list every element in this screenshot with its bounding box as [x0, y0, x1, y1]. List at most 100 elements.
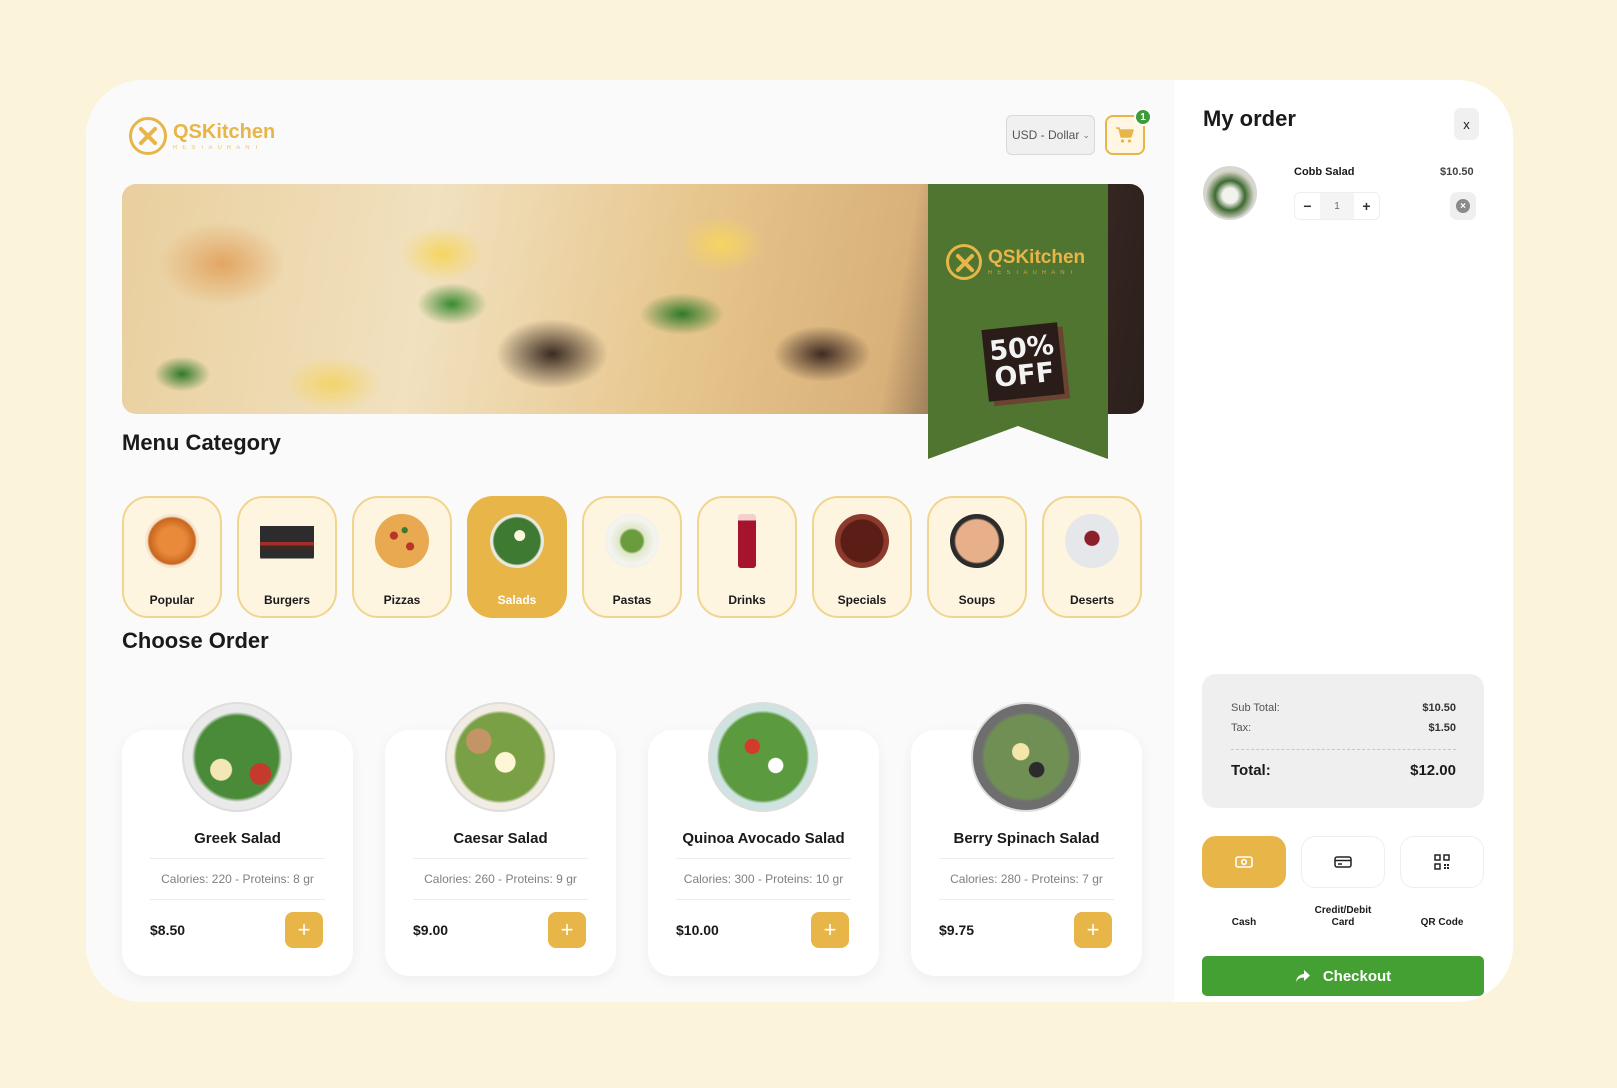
salad-icon — [490, 514, 544, 568]
currency-select[interactable]: USD - Dollar ⌄ — [1006, 115, 1095, 155]
food-card[interactable]: Caesar Salad Calories: 260 - Proteins: 9… — [385, 702, 616, 976]
share-arrow-icon — [1295, 970, 1310, 982]
discount-badge: 50% OFF — [981, 322, 1065, 402]
food-nutrition: Calories: 260 - Proteins: 9 gr — [424, 872, 577, 886]
subtotal-row: Sub Total: $10.50 — [1231, 702, 1456, 714]
quinoa-avocado-salad-image — [708, 702, 818, 812]
chevron-down-icon: ⌄ — [1082, 129, 1090, 140]
total-row: Total: $12.00 — [1231, 762, 1456, 779]
payment-methods: Cash Credit/Debit Card QR Code — [1202, 836, 1484, 928]
choose-order-title: Choose Order — [122, 628, 269, 653]
plus-icon: + — [297, 917, 311, 942]
category-soups[interactable]: Soups — [927, 496, 1027, 618]
food-nutrition: Calories: 220 - Proteins: 8 gr — [161, 872, 314, 886]
food-card[interactable]: Berry Spinach Salad Calories: 280 - Prot… — [911, 702, 1142, 976]
menu-category-title: Menu Category — [122, 430, 281, 455]
food-price: $10.00 — [676, 922, 719, 938]
ribbon-brand-tagline: RESTAURANT — [988, 270, 1079, 276]
cart-button[interactable]: 1 — [1105, 108, 1152, 155]
soup-bowl-icon — [950, 514, 1004, 568]
greek-salad-image — [182, 702, 292, 812]
order-item-price: $10.50 — [1440, 166, 1474, 178]
food-name: Caesar Salad — [453, 830, 548, 847]
category-salads[interactable]: Salads — [467, 496, 567, 618]
subtotal-value: $10.50 — [1422, 702, 1456, 714]
pizza-icon — [375, 514, 429, 568]
add-to-order-button[interactable]: + — [548, 912, 586, 948]
increase-button[interactable]: + — [1354, 193, 1379, 219]
burger-icon — [260, 514, 314, 568]
close-circle-icon: × — [1456, 199, 1470, 213]
order-title: My order — [1203, 106, 1296, 131]
tax-label: Tax: — [1231, 722, 1252, 734]
dessert-plate-icon — [1065, 514, 1119, 568]
minus-icon: − — [1303, 198, 1312, 214]
category-label: Soups — [958, 593, 996, 607]
food-price: $8.50 — [150, 922, 186, 938]
berry-spinach-salad-image — [971, 702, 1081, 812]
plus-icon: + — [1086, 917, 1100, 942]
category-label: Specials — [837, 593, 887, 607]
total-value: $12.00 — [1410, 762, 1456, 779]
subtotal-label: Sub Total: — [1231, 702, 1280, 714]
add-to-order-button[interactable]: + — [1074, 912, 1112, 948]
ribbon-logo: QSKitchen RESTAURANT — [946, 244, 1085, 280]
cart-icon — [1116, 127, 1134, 143]
category-label: Drinks — [728, 593, 766, 607]
payment-cash[interactable]: Cash — [1202, 836, 1286, 928]
fork-knife-icon — [946, 244, 982, 280]
add-to-order-button[interactable]: + — [811, 912, 849, 948]
payment-label: QR Code — [1420, 916, 1464, 928]
food-card[interactable]: Greek Salad Calories: 220 - Proteins: 8 … — [122, 702, 353, 976]
checkout-label: Checkout — [1322, 967, 1392, 985]
close-button[interactable]: x — [1454, 108, 1479, 140]
category-pastas[interactable]: Pastas — [582, 496, 682, 618]
drink-glass-icon — [738, 514, 756, 568]
quantity-value[interactable]: 1 — [1320, 193, 1354, 219]
category-popular[interactable]: Popular — [122, 496, 222, 618]
plus-icon: + — [1362, 198, 1371, 214]
spaghetti-bowl-icon — [145, 514, 199, 568]
food-price: $9.75 — [939, 922, 975, 938]
food-name: Berry Spinach Salad — [953, 830, 1100, 847]
category-label: Pastas — [612, 593, 652, 607]
payment-qr[interactable]: QR Code — [1400, 836, 1484, 928]
cart-count-badge: 1 — [1134, 108, 1152, 126]
category-label: Salads — [497, 593, 537, 607]
currency-value: USD - Dollar — [1012, 128, 1080, 142]
quantity-stepper[interactable]: − 1 + — [1294, 192, 1380, 220]
discount-off-label: OFF — [993, 356, 1056, 394]
payment-label: Credit/Debit Card — [1314, 905, 1372, 928]
food-card-list: Greek Salad Calories: 220 - Proteins: 8 … — [122, 702, 1142, 976]
category-deserts[interactable]: Deserts — [1042, 496, 1142, 618]
category-drinks[interactable]: Drinks — [697, 496, 797, 618]
brand-name: QSKitchen — [173, 120, 276, 143]
food-card[interactable]: Quinoa Avocado Salad Calories: 300 - Pro… — [648, 702, 879, 976]
fork-knife-icon — [129, 117, 167, 155]
food-name: Quinoa Avocado Salad — [682, 830, 845, 847]
category-pizzas[interactable]: Pizzas — [352, 496, 452, 618]
pasta-plate-icon — [605, 514, 659, 568]
add-to-order-button[interactable]: + — [285, 912, 323, 948]
decrease-button[interactable]: − — [1295, 193, 1320, 219]
category-burgers[interactable]: Burgers — [237, 496, 337, 618]
category-specials[interactable]: Specials — [812, 496, 912, 618]
category-list: Popular Burgers Pizzas Salads Pastas Dri… — [122, 496, 1142, 618]
category-label: Burgers — [263, 593, 310, 607]
food-nutrition: Calories: 300 - Proteins: 10 gr — [683, 872, 844, 886]
cash-icon — [1235, 856, 1253, 868]
checkout-button[interactable]: Checkout — [1202, 956, 1484, 996]
payment-card[interactable]: Credit/Debit Card — [1301, 836, 1385, 928]
caesar-salad-image — [445, 702, 555, 812]
category-label: Popular — [149, 593, 195, 607]
category-label: Deserts — [1069, 593, 1115, 607]
food-name: Greek Salad — [194, 830, 281, 847]
brand-logo[interactable]: QSKitchen RESTAURANT — [129, 117, 275, 155]
tax-value: $1.50 — [1428, 722, 1456, 734]
remove-item-button[interactable]: × — [1450, 192, 1476, 220]
payment-label: Cash — [1231, 916, 1257, 928]
order-summary: Sub Total: $10.50 Tax: $1.50 Total: $12.… — [1202, 674, 1484, 808]
ribbon-brand-name: QSKitchen — [988, 247, 1086, 268]
category-label: Pizzas — [383, 593, 421, 607]
app-window: QSKitchen RESTAURANT USD - Dollar ⌄ 1 QS… — [86, 80, 1513, 1002]
